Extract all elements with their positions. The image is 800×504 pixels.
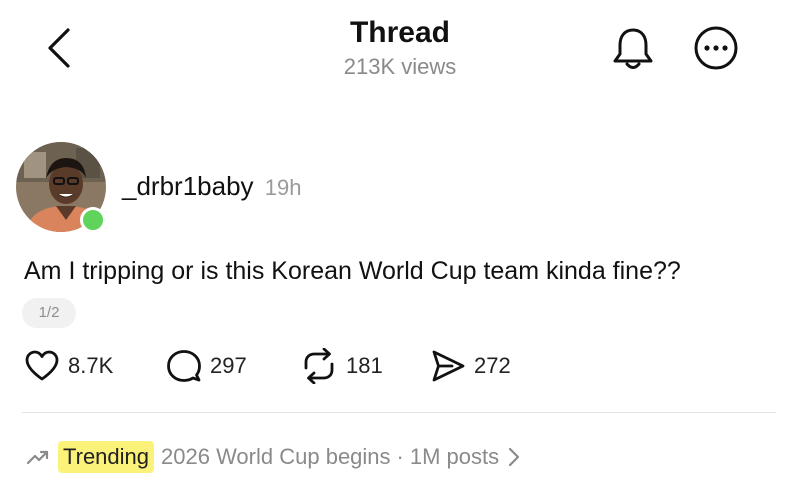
- heart-icon: [25, 350, 59, 381]
- page-title: Thread: [349, 16, 451, 49]
- trending-post-count: 1M posts: [409, 444, 500, 469]
- divider: [22, 412, 776, 413]
- chevron-right-icon: [509, 447, 520, 467]
- share-count: 272: [474, 353, 511, 378]
- post-text: Am I tripping or is this Korean World Cu…: [24, 257, 681, 285]
- trending-label: Trending: [58, 441, 155, 473]
- header: Thread 213K views: [0, 16, 800, 82]
- trending-topic: 2026 World Cup begins: [161, 444, 391, 469]
- share-button[interactable]: 272: [430, 348, 511, 384]
- repost-button[interactable]: 181: [300, 348, 383, 384]
- comment-count: 297: [210, 353, 247, 378]
- like-button[interactable]: 8.7K: [24, 348, 113, 384]
- more-icon: [694, 26, 738, 70]
- view-count: 213K views: [343, 54, 457, 79]
- comment-button[interactable]: 297: [166, 348, 247, 384]
- online-status-badge: [80, 207, 106, 233]
- notifications-button[interactable]: [610, 24, 656, 72]
- send-icon: [432, 350, 465, 382]
- trending-row[interactable]: Trending 2026 World Cup begins · 1M post…: [26, 440, 521, 474]
- bell-icon: [613, 28, 653, 69]
- author-line: _drbr1baby 19h: [122, 171, 302, 203]
- page-indicator-badge: 1/2: [22, 298, 76, 328]
- separator-dot: ·: [396, 444, 404, 469]
- username[interactable]: _drbr1baby: [122, 171, 254, 201]
- comment-icon: [167, 350, 201, 382]
- thread-screen: Thread 213K views _drbr1baby 19h Am I tr…: [0, 0, 800, 504]
- timestamp: 19h: [264, 175, 302, 200]
- trending-icon: [26, 450, 49, 465]
- repost-count: 181: [346, 353, 383, 378]
- like-count: 8.7K: [68, 353, 114, 378]
- repost-icon: [304, 348, 334, 384]
- more-options-button[interactable]: [692, 24, 740, 72]
